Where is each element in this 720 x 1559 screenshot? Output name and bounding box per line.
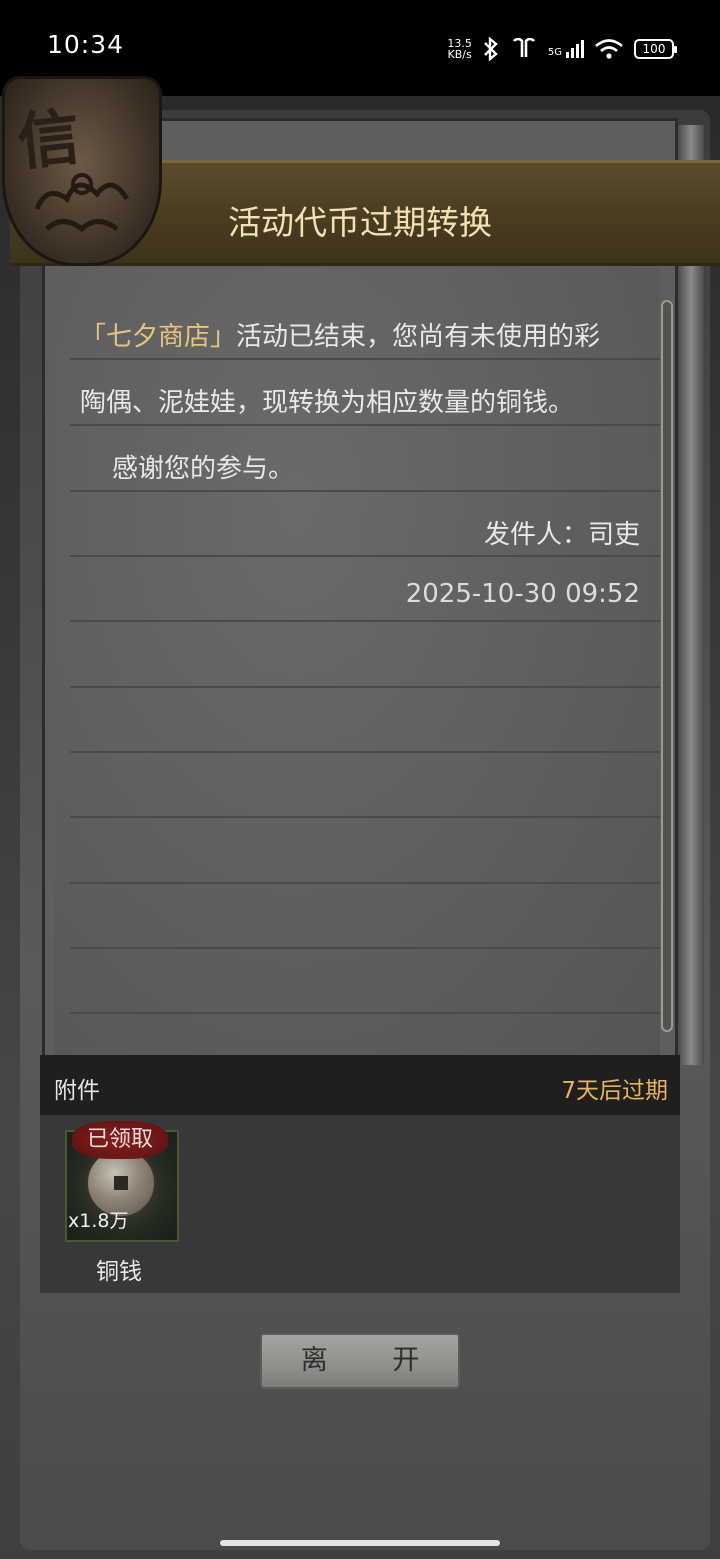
- cell-signal-icon: 5G: [548, 40, 584, 58]
- ruled-line: [70, 1012, 660, 1014]
- attachments-label: 附件: [54, 1078, 100, 1104]
- clock: 10:34: [47, 30, 125, 59]
- coin-hole: [114, 1176, 128, 1190]
- expiry-notice: 7天后过期: [561, 1078, 668, 1104]
- home-indicator[interactable]: [220, 1540, 500, 1546]
- ruled-line: [70, 816, 660, 818]
- ruled-line: [70, 555, 660, 557]
- ruled-line: [70, 947, 660, 949]
- ruled-line: [70, 620, 660, 622]
- shop-name-highlight: 「七夕商店」: [80, 322, 237, 352]
- bluetooth-icon: [484, 37, 498, 61]
- ruled-line: [70, 882, 660, 884]
- leave-button[interactable]: 离 开: [260, 1333, 460, 1389]
- ruled-line: [70, 686, 660, 688]
- status-icons: 13.5 KB/s 5G 100: [447, 33, 677, 65]
- mail-text-line-3: 感谢您的参与。: [112, 454, 295, 484]
- mail-timestamp: 2025-10-30 09:52: [405, 579, 640, 609]
- mail-text-line-1: 「七夕商店」活动已结束，您尚有未使用的彩: [80, 322, 601, 352]
- item-quantity: x1.8万: [68, 1210, 129, 1232]
- ruled-line: [70, 751, 660, 753]
- ruled-line: [70, 424, 660, 426]
- earbuds-icon: [512, 38, 535, 57]
- item-name: 铜钱: [96, 1259, 142, 1285]
- mail-sender: 发件人：司吏: [483, 520, 640, 550]
- wifi-icon: [595, 39, 623, 59]
- claimed-badge: 已领取: [72, 1121, 168, 1159]
- battery-icon: 100: [634, 39, 677, 59]
- ruled-line: [70, 358, 660, 360]
- letter-seal-icon: 信: [2, 76, 162, 266]
- scroll-roller: [678, 125, 704, 1065]
- mail-scrollbar[interactable]: [661, 300, 673, 1032]
- network-speed: 13.5 KB/s: [447, 37, 472, 61]
- ruled-line: [70, 490, 660, 492]
- mail-text-line-2: 陶偶、泥娃娃，现转换为相应数量的铜钱。: [80, 388, 575, 418]
- cloud-pattern-icon: [34, 173, 130, 233]
